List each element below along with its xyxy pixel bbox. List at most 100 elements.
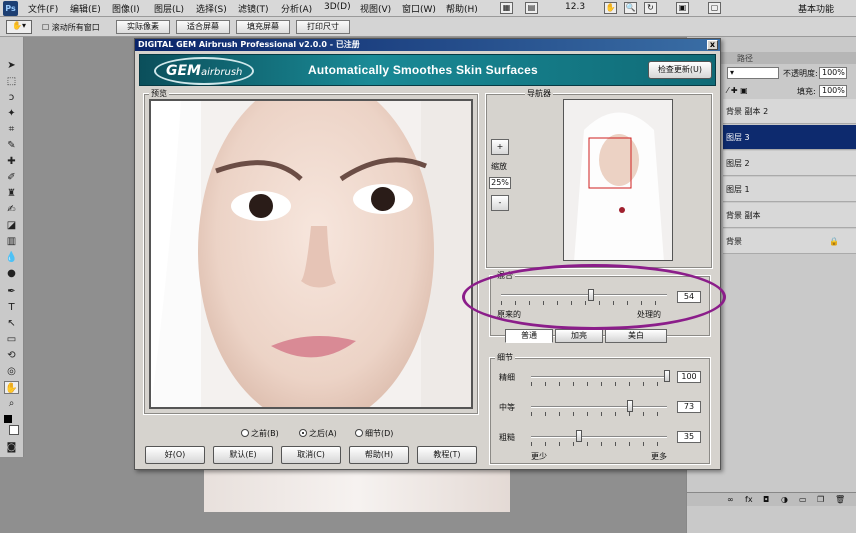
tool-preset-icon[interactable]: ✋▾ xyxy=(6,20,32,34)
menu-edit[interactable]: 编辑(E) xyxy=(70,2,101,15)
tab-whiten[interactable]: 美白 xyxy=(605,329,667,343)
brush-tool-icon[interactable]: ✐ xyxy=(4,171,19,184)
clone-stamp-tool-icon[interactable]: ♜ xyxy=(4,187,19,200)
hand-tool-icon[interactable]: ✋ xyxy=(604,2,617,14)
arrange-docs-icon[interactable]: ▣ xyxy=(676,2,689,14)
layer-mask-icon[interactable]: ◘ xyxy=(763,495,769,504)
workspace-switcher[interactable]: 基本功能 xyxy=(798,2,834,15)
detail-more-label: 更多 xyxy=(651,452,667,461)
fill-input[interactable]: 100% xyxy=(819,85,847,97)
tab-brighten[interactable]: 加亮 xyxy=(555,329,603,343)
quick-mask-icon[interactable]: ◙ xyxy=(4,441,19,454)
lasso-tool-icon[interactable]: ↄ xyxy=(4,91,19,104)
menu-select[interactable]: 选择(S) xyxy=(196,2,227,15)
detail-medium-slider-thumb[interactable] xyxy=(627,400,634,412)
lock-icon[interactable]: ⁄ ✚ ▣ xyxy=(727,86,748,95)
type-tool-icon[interactable]: T xyxy=(4,301,19,314)
help-button[interactable]: 帮助(H) xyxy=(349,446,409,464)
foreground-color-swatch[interactable] xyxy=(4,415,12,423)
detail-coarse-slider-track[interactable] xyxy=(531,436,667,438)
menu-analysis[interactable]: 分析(A) xyxy=(281,2,312,15)
magic-wand-tool-icon[interactable]: ✦ xyxy=(4,107,19,120)
menu-3d[interactable]: 3D(D) xyxy=(324,2,351,12)
ok-button[interactable]: 好(O) xyxy=(145,446,205,464)
layer-row[interactable]: 图层 1 xyxy=(723,177,856,202)
gradient-tool-icon[interactable]: ▥ xyxy=(4,235,19,248)
zoom-out-button[interactable]: - xyxy=(491,195,509,211)
preview-image[interactable] xyxy=(149,99,473,409)
zoom-value: 25% xyxy=(489,177,511,189)
scroll-all-windows-checkbox[interactable]: ☐ 滚动所有窗口 xyxy=(42,22,100,33)
default-button[interactable]: 默认(E) xyxy=(213,446,273,464)
menu-view[interactable]: 视图(V) xyxy=(360,2,391,15)
crop-tool-icon[interactable]: ⌗ xyxy=(4,123,19,136)
layer-row[interactable]: 背景 副本 2 xyxy=(723,99,856,124)
blur-tool-icon[interactable]: 💧 xyxy=(4,251,19,264)
path-selection-tool-icon[interactable]: ↖ xyxy=(4,317,19,330)
check-update-button[interactable]: 检查更新(U) xyxy=(648,61,712,79)
view-extras-icon[interactable]: ▤ xyxy=(525,2,538,14)
marquee-tool-icon[interactable]: ⬚ xyxy=(4,75,19,88)
blend-mode-select[interactable]: ▾ xyxy=(727,67,779,79)
rotate-view-icon[interactable]: ↻ xyxy=(644,2,657,14)
zoom-level[interactable]: 12.3 xyxy=(565,2,585,12)
cancel-button[interactable]: 取消(C) xyxy=(281,446,341,464)
menu-help[interactable]: 帮助(H) xyxy=(446,2,478,15)
zoom-tool-icon[interactable]: ⌕ xyxy=(4,397,19,410)
detail-medium-slider-track[interactable] xyxy=(531,406,667,408)
screen-mode-icon[interactable]: ▢ xyxy=(708,2,721,14)
menu-file[interactable]: 文件(F) xyxy=(28,2,58,15)
layer-row-selected[interactable]: 图层 3 xyxy=(723,125,856,150)
zoom-tool-icon[interactable]: 🔍 xyxy=(624,2,637,14)
delete-layer-icon[interactable]: 🗑 xyxy=(835,495,845,504)
layer-row[interactable]: 图层 2 xyxy=(723,151,856,176)
opacity-input[interactable]: 100% xyxy=(819,67,847,79)
menu-filter[interactable]: 滤镜(T) xyxy=(238,2,269,15)
link-layers-icon[interactable]: ∞ xyxy=(727,495,734,504)
adjustment-layer-icon[interactable]: ◑ xyxy=(781,495,788,504)
3d-orbit-tool-icon[interactable]: ◎ xyxy=(4,365,19,378)
print-size-button[interactable]: 打印尺寸 xyxy=(296,20,350,34)
detail-coarse-input[interactable]: 35 xyxy=(677,431,701,443)
pen-tool-icon[interactable]: ✒ xyxy=(4,285,19,298)
bridge-icon[interactable]: ▦ xyxy=(500,2,513,14)
zoom-in-button[interactable]: + xyxy=(491,139,509,155)
history-brush-tool-icon[interactable]: ✍ xyxy=(4,203,19,216)
layer-style-icon[interactable]: fx xyxy=(745,495,753,504)
detail-coarse-slider-ticks xyxy=(531,442,667,446)
eraser-tool-icon[interactable]: ◪ xyxy=(4,219,19,232)
detail-fine-label: 精细 xyxy=(499,373,515,382)
preview-label: 预览 xyxy=(149,88,169,99)
detail-fine-slider-thumb[interactable] xyxy=(664,370,670,382)
tab-normal[interactable]: 普通 xyxy=(505,329,553,343)
radio-after[interactable]: 之后(A) xyxy=(299,428,337,439)
detail-fine-input[interactable]: 100 xyxy=(677,371,701,383)
layer-row[interactable]: 背景 副本 xyxy=(723,203,856,228)
shape-tool-icon[interactable]: ▭ xyxy=(4,333,19,346)
new-layer-icon[interactable]: ❐ xyxy=(817,495,824,504)
fit-screen-button[interactable]: 适合屏幕 xyxy=(176,20,230,34)
radio-detail[interactable]: 细节(D) xyxy=(355,428,393,439)
navigator-thumbnail[interactable] xyxy=(563,99,673,261)
background-color-swatch[interactable] xyxy=(9,425,19,435)
hand-tool-icon[interactable]: ✋ xyxy=(4,381,19,394)
menu-window[interactable]: 窗口(W) xyxy=(402,2,436,15)
detail-coarse-slider-thumb[interactable] xyxy=(575,430,582,442)
move-tool-icon[interactable]: ➤ xyxy=(4,59,19,72)
dodge-tool-icon[interactable]: ● xyxy=(4,267,19,280)
detail-medium-input[interactable]: 73 xyxy=(677,401,701,413)
close-button[interactable]: x xyxy=(707,40,718,50)
radio-before[interactable]: 之前(B) xyxy=(241,428,279,439)
actual-pixels-button[interactable]: 实际像素 xyxy=(116,20,170,34)
menu-image[interactable]: 图像(I) xyxy=(112,2,140,15)
new-group-icon[interactable]: ▭ xyxy=(799,495,807,504)
detail-less-label: 更少 xyxy=(531,452,547,461)
eyedropper-tool-icon[interactable]: ✎ xyxy=(4,139,19,152)
fill-screen-button[interactable]: 填充屏幕 xyxy=(236,20,290,34)
healing-brush-tool-icon[interactable]: ✚ xyxy=(4,155,19,168)
detail-fine-slider-track[interactable] xyxy=(531,376,667,378)
menu-layer[interactable]: 图层(L) xyxy=(154,2,184,15)
panel-tab-paths[interactable]: 路径 xyxy=(737,53,753,64)
3d-rotate-tool-icon[interactable]: ⟲ xyxy=(4,349,19,362)
tutorial-button[interactable]: 教程(T) xyxy=(417,446,477,464)
